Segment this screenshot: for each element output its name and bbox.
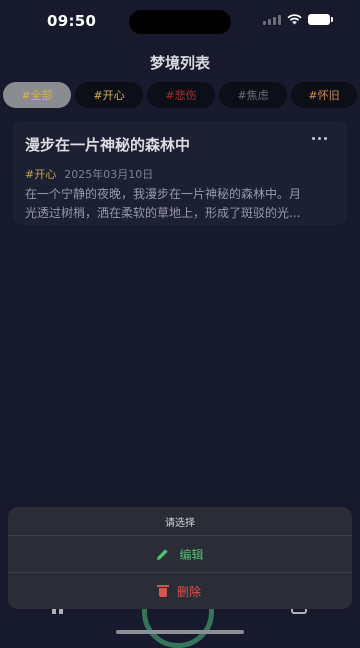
dream-meta: #开心 2025年03月10日 xyxy=(25,166,153,182)
home-indicator xyxy=(116,630,244,634)
status-icons xyxy=(263,14,333,25)
filter-chip-label: #开心 xyxy=(93,89,125,102)
dream-excerpt: 在一个宁静的夜晚，我漫步在一片神秘的森林中。月 光透过树梢，洒在柔软的草地上，形… xyxy=(25,185,341,223)
filter-chip-label: #悲伤 xyxy=(165,89,197,102)
dream-excerpt-line: 光透过树梢，洒在柔软的草地上，形成了斑驳的光... xyxy=(25,206,301,220)
battery-icon xyxy=(308,14,333,25)
action-sheet-title: 请选择 xyxy=(8,507,352,536)
dream-title: 漫步在一片神秘的森林中 xyxy=(25,136,191,154)
dream-tag: #开心 xyxy=(25,168,57,181)
wifi-icon xyxy=(287,14,302,25)
filter-chip-sad[interactable]: #悲伤 xyxy=(147,82,215,108)
signal-icon xyxy=(263,14,281,25)
filter-chip-anxious[interactable]: #焦虑 xyxy=(219,82,287,108)
filter-chip-all[interactable]: #全部 xyxy=(3,82,71,108)
edit-label: 编辑 xyxy=(179,547,204,562)
more-dots-icon[interactable] xyxy=(312,137,327,140)
filter-chip-nostalgic[interactable]: #怀旧 xyxy=(291,82,357,108)
status-time: 09:50 xyxy=(47,12,97,30)
filter-chip-label: #怀旧 xyxy=(308,89,340,102)
filter-chip-happy[interactable]: #开心 xyxy=(75,82,143,108)
action-sheet: 请选择 编辑 删除 xyxy=(8,507,352,609)
pencil-icon xyxy=(157,548,169,560)
dynamic-island xyxy=(129,10,231,34)
dream-card[interactable]: 漫步在一片神秘的森林中 #开心 2025年03月10日 在一个宁静的夜晚，我漫步… xyxy=(13,121,347,225)
status-bar: 09:50 xyxy=(0,0,360,44)
filter-bar: #全部 #开心 #悲伤 #焦虑 #怀旧 xyxy=(3,82,357,108)
trash-icon xyxy=(156,584,169,597)
dream-date: 2025年03月10日 xyxy=(64,168,154,181)
dream-excerpt-line: 在一个宁静的夜晚，我漫步在一片神秘的森林中。月 xyxy=(25,187,302,201)
page-title: 梦境列表 xyxy=(149,54,210,72)
edit-button[interactable]: 编辑 xyxy=(8,536,352,573)
filter-chip-label: #全部 xyxy=(21,89,53,102)
delete-label: 删除 xyxy=(176,584,201,599)
filter-chip-label: #焦虑 xyxy=(237,89,269,102)
delete-button[interactable]: 删除 xyxy=(8,573,352,609)
